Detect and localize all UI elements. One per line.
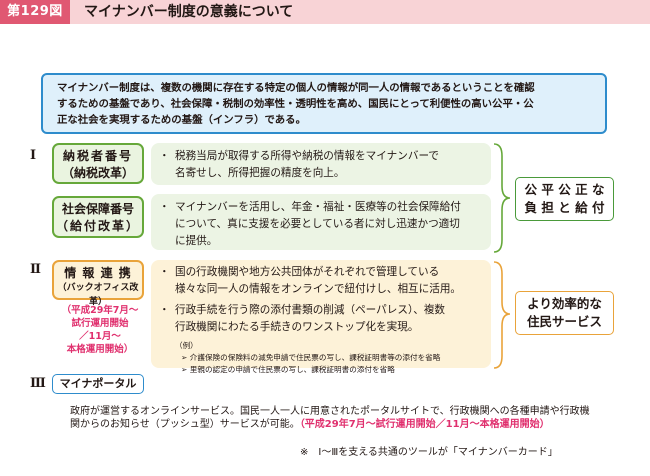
intro-box: マイナンバー制度は、複数の機関に存在する特定の個人の情報が同一人の情報であるとい… [41, 73, 607, 134]
social-security-label-line: （給付改革） [55, 219, 140, 233]
example-item: ➢ 里親の認定の申請で住民票の写し、課税証明書の添付を省略 [181, 365, 395, 374]
portal-description-line: 関からのお知らせ（プッシュ型）サービスが可能。 [70, 419, 300, 430]
linkage-bullet-line: 様々な同一人の情報をオンラインで紐付けし、相互に活用。 [175, 283, 462, 295]
social-security-label-line: 社会保障番号 [61, 202, 134, 216]
myna-portal-description: 政府が運営するオンラインサービス。国民一人一人に用意されたポータルサイトで、行政… [70, 405, 642, 431]
example-item: ➢ 介護保険の保険料の減免申請で住民票の写し、課税証明書等の添付を省略 [181, 353, 441, 362]
result-line: 負 担 と 給 付 [524, 200, 605, 215]
example-label: （例） [175, 341, 198, 350]
schedule-line: ／11月～ [79, 331, 121, 342]
intro-line: 正な社会を実現するための基盤（インフラ）である。 [57, 114, 306, 126]
result-line: 公 平 公 正 な [524, 182, 605, 197]
section-numeral-1: Ⅰ [30, 148, 37, 163]
figure-title: マイナンバー制度の意義について [84, 4, 294, 20]
brace-section-2 [493, 261, 511, 369]
schedule-line: 試行運用開始 [71, 318, 129, 329]
social-security-number-label: 社会保障番号 （給付改革） [52, 196, 144, 238]
intro-line: するための基盤であり、社会保障・税制の効率性・透明性を高め、国民にとって利便性の… [57, 98, 534, 110]
information-linkage-label: 情 報 連 携 （バックオフィス改革） [52, 260, 144, 307]
myna-portal-label: マイナポータル [52, 374, 144, 394]
linkage-content-box: ・国の行政機関や地方公共団体がそれぞれで管理している 様々な同一人の情報をオンラ… [151, 260, 491, 374]
footnote: ※ Ⅰ～Ⅲを支える共通のツールが「マイナンバーカード」 [300, 447, 558, 458]
welfare-bullet-line: マイナンバーを活用し、年金・福祉・医療等の社会保障給付 [175, 201, 461, 213]
tax-bullet-line: 名寄せし、所得把握の精度を向上。 [175, 167, 345, 179]
section-numeral-2: Ⅱ [30, 262, 41, 277]
figure-number-badge: 第129図 [0, 0, 70, 24]
tax-content-box: ・税務当局が取得する所得や納税の情報をマイナンバーで 名寄せし、所得把握の精度を… [151, 143, 491, 185]
intro-line: マイナンバー制度は、複数の機関に存在する特定の個人の情報が同一人の情報であるとい… [57, 82, 535, 94]
brace-section-1 [493, 143, 511, 253]
info-linkage-label-line: 情 報 連 携 [64, 266, 132, 280]
portal-description-line: 政府が運営するオンラインサービス。国民一人一人に用意されたポータルサイトで、行政… [70, 406, 590, 417]
tax-number-label-line: 納税者番号 [62, 149, 133, 163]
linkage-bullet-line: 国の行政機関や地方公共団体がそれぞれで管理している [175, 266, 440, 278]
linkage-bullet-line: 行政機関にわたる手続きのワンストップ化を実現。 [175, 321, 419, 333]
section-numeral-3: Ⅲ [30, 376, 46, 391]
linkage-bullet-line: 行政手続を行う際の添付書類の削減（ペーパレス）、複数 [175, 304, 446, 316]
fair-burden-result-box: 公 平 公 正 な 負 担 と 給 付 [515, 177, 614, 221]
linkage-schedule-note: （平成29年7月～ 試行運用開始 ／11月～ 本格運用開始） [54, 304, 146, 356]
efficient-service-result-box: より効率的な 住民サービス [515, 291, 614, 335]
welfare-bullet-line: について、真に支援を必要としている者に対し迅速かつ適切 [175, 218, 460, 230]
welfare-bullet-line: に提供。 [175, 235, 218, 247]
result-line: 住民サービス [526, 314, 602, 329]
tax-number-label-line: （納税改革） [61, 166, 134, 180]
schedule-line: （平成29年7月～ [61, 305, 139, 316]
result-line: より効率的な [527, 296, 602, 311]
tax-number-label: 納税者番号 （納税改革） [52, 143, 144, 184]
portal-schedule-note: （平成29年7月～試行運用開始／11月～本格運用開始） [299, 419, 550, 430]
schedule-line: 本格運用開始） [66, 344, 134, 355]
tax-bullet-line: 税務当局が取得する所得や納税の情報をマイナンバーで [175, 150, 439, 162]
welfare-content-box: ・マイナンバーを活用し、年金・福祉・医療等の社会保障給付 について、真に支援を必… [151, 194, 491, 250]
